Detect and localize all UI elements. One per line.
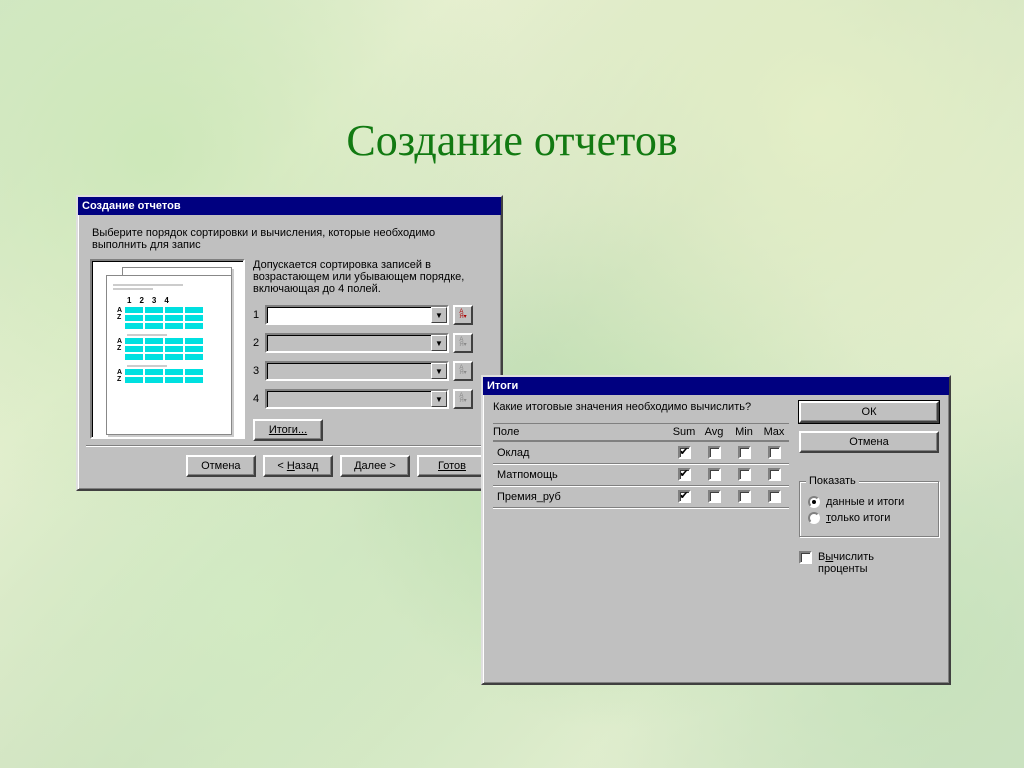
sort-field-3[interactable]: ▼: [265, 361, 449, 381]
show-groupbox: Показать данные и итоги только итоги: [799, 481, 939, 537]
th-max: Max: [759, 426, 789, 438]
th-field: Поле: [493, 426, 669, 438]
table-row: Матпомощь: [493, 464, 789, 486]
summary-table: Поле Sum Avg Min Max Оклад Матпомощь Преми…: [493, 423, 789, 508]
cell-sum: [669, 468, 699, 481]
back-button[interactable]: < Назад: [263, 455, 333, 477]
checkbox-min[interactable]: [738, 490, 751, 503]
radio-only-totals[interactable]: только итоги: [808, 512, 930, 524]
cell-max: [759, 446, 789, 459]
checkbox-avg[interactable]: [708, 468, 721, 481]
wizard-window: Создание отчетов Выберите порядок сортир…: [76, 195, 503, 491]
preview-col-1: 1: [127, 296, 131, 305]
checkbox-max[interactable]: [768, 446, 781, 459]
cell-sum: [669, 490, 699, 503]
th-min: Min: [729, 426, 759, 438]
sort-field-4[interactable]: ▼: [265, 389, 449, 409]
cell-max: [759, 490, 789, 503]
radio-icon: [808, 512, 820, 524]
summary-button[interactable]: Итоги...: [253, 419, 323, 441]
checkbox-avg[interactable]: [708, 446, 721, 459]
cell-min: [729, 446, 759, 459]
sort-num-2: 2: [253, 337, 265, 349]
show-legend: Показать: [806, 475, 859, 487]
summary-titlebar: Итоги: [483, 377, 949, 395]
th-avg: Avg: [699, 426, 729, 438]
th-sum: Sum: [669, 426, 699, 438]
sort-row-1: 1 ▼ AЯ▾: [253, 305, 473, 325]
table-row: Премия_руб: [493, 486, 789, 508]
sort-direction-3: AЯ▾: [453, 361, 473, 381]
wizard-titlebar: Создание отчетов: [78, 197, 501, 215]
sort-field-2[interactable]: ▼: [265, 333, 449, 353]
cell-max: [759, 468, 789, 481]
wizard-preview: 1 2 3 4 АZ АZ: [90, 259, 245, 439]
checkbox-sum[interactable]: [678, 468, 691, 481]
sort-direction-2: AЯ▾: [453, 333, 473, 353]
cell-avg: [699, 446, 729, 459]
wizard-description: Допускается сортировка записей в возраст…: [253, 259, 473, 295]
ok-button[interactable]: ОК: [799, 401, 939, 423]
sort-row-4: 4 ▼ AЯ▾: [253, 389, 473, 409]
checkbox-avg[interactable]: [708, 490, 721, 503]
checkbox-min[interactable]: [738, 468, 751, 481]
radio-icon: [808, 496, 820, 508]
cancel-button[interactable]: Отмена: [186, 455, 256, 477]
field-name: Оклад: [493, 447, 669, 459]
preview-col-4: 4: [164, 296, 168, 305]
cell-avg: [699, 468, 729, 481]
cell-avg: [699, 490, 729, 503]
preview-col-3: 3: [152, 296, 156, 305]
checkbox-max[interactable]: [768, 468, 781, 481]
cell-sum: [669, 446, 699, 459]
dropdown-icon[interactable]: ▼: [431, 335, 447, 351]
sort-direction-1[interactable]: AЯ▾: [453, 305, 473, 325]
radio-data-and-totals[interactable]: данные и итоги: [808, 496, 930, 508]
sort-num-1: 1: [253, 309, 265, 321]
table-row: Оклад: [493, 442, 789, 464]
field-name: Матпомощь: [493, 469, 669, 481]
finish-button[interactable]: Готов: [417, 455, 487, 477]
sort-row-3: 3 ▼ AЯ▾: [253, 361, 473, 381]
sort-field-1[interactable]: ▼: [265, 305, 449, 325]
wizard-instruction: Выберите порядок сортировки и вычисления…: [92, 227, 487, 251]
cancel-button[interactable]: Отмена: [799, 431, 939, 453]
percent-checkbox[interactable]: [799, 551, 812, 564]
checkbox-max[interactable]: [768, 490, 781, 503]
slide-title: Создание отчетов: [0, 115, 1024, 166]
percent-checkbox-row[interactable]: Вычислитьпроценты: [799, 551, 939, 575]
checkbox-sum[interactable]: [678, 490, 691, 503]
summary-window: Итоги Какие итоговые значения необходимо…: [481, 375, 951, 685]
next-button[interactable]: Далее >: [340, 455, 410, 477]
dropdown-icon[interactable]: ▼: [431, 307, 447, 323]
sort-row-2: 2 ▼ AЯ▾: [253, 333, 473, 353]
preview-col-2: 2: [139, 296, 143, 305]
sort-direction-4: AЯ▾: [453, 389, 473, 409]
field-name: Премия_руб: [493, 491, 669, 503]
percent-label: Вычислитьпроценты: [818, 551, 874, 575]
sort-num-3: 3: [253, 365, 265, 377]
cell-min: [729, 468, 759, 481]
checkbox-min[interactable]: [738, 446, 751, 459]
checkbox-sum[interactable]: [678, 446, 691, 459]
cell-min: [729, 490, 759, 503]
summary-prompt: Какие итоговые значения необходимо вычис…: [493, 401, 789, 413]
dropdown-icon[interactable]: ▼: [431, 391, 447, 407]
sort-num-4: 4: [253, 393, 265, 405]
dropdown-icon[interactable]: ▼: [431, 363, 447, 379]
